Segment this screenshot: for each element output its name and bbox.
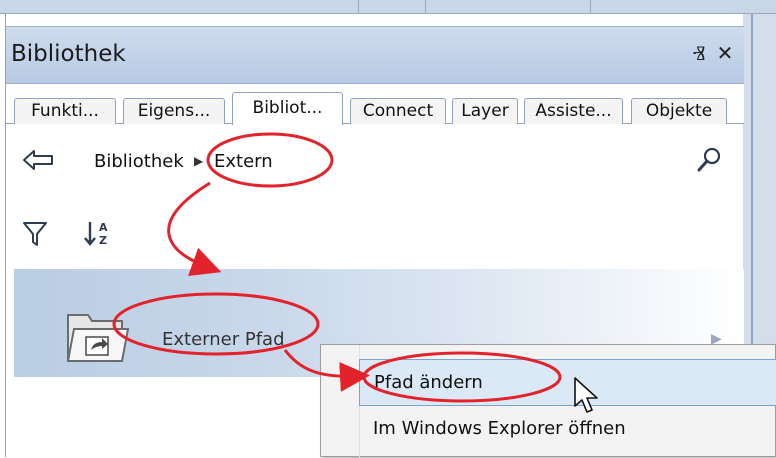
filter-icon[interactable] xyxy=(22,220,48,248)
panel-title: Bibliothek xyxy=(11,41,126,67)
item-label: Externer Pfad xyxy=(162,329,285,350)
sort-az-icon[interactable]: A Z xyxy=(84,218,114,248)
close-icon[interactable]: ✕ xyxy=(716,41,734,65)
toolbar: A Z xyxy=(6,214,744,254)
context-menu: Pfad ändern Im Windows Explorer öffnen xyxy=(320,344,776,458)
breadcrumb-separator-icon[interactable]: ▶ xyxy=(194,154,203,168)
tab-layer[interactable]: Layer xyxy=(452,98,518,124)
tab-connect[interactable]: Connect xyxy=(350,98,446,124)
panel-titlebar[interactable]: Bibliothek Ⱐ ✕ xyxy=(6,26,744,84)
tab-bibliothek[interactable]: Bibliot... xyxy=(232,92,343,125)
menu-item-open-explorer[interactable]: Im Windows Explorer öffnen xyxy=(359,406,776,453)
back-arrow-icon[interactable] xyxy=(18,143,58,177)
toolbar-divider xyxy=(590,0,591,14)
tab-strip: Funkti... Eigens... Bibliot... Connect L… xyxy=(6,84,744,125)
cursor-icon xyxy=(574,377,598,413)
breadcrumb: Bibliothek ▶ Extern xyxy=(6,139,744,183)
svg-text:A: A xyxy=(99,221,108,234)
top-toolbar-strip xyxy=(0,0,776,14)
breadcrumb-current[interactable]: Extern xyxy=(214,151,273,172)
folder-link-icon xyxy=(66,314,130,362)
tab-objekte[interactable]: Objekte xyxy=(631,98,727,124)
svg-text:Z: Z xyxy=(99,234,107,247)
tab-funktionen[interactable]: Funkti... xyxy=(14,98,116,124)
menu-item-change-path[interactable]: Pfad ändern xyxy=(359,359,776,406)
tab-eigenschaften[interactable]: Eigens... xyxy=(123,98,225,124)
pin-icon[interactable]: Ⱐ xyxy=(690,41,708,65)
search-icon[interactable] xyxy=(694,145,724,175)
tab-assistenten[interactable]: Assiste... xyxy=(524,98,623,124)
toolbar-divider xyxy=(425,0,426,14)
toolbar-divider xyxy=(358,0,359,14)
breadcrumb-root[interactable]: Bibliothek xyxy=(94,151,184,172)
